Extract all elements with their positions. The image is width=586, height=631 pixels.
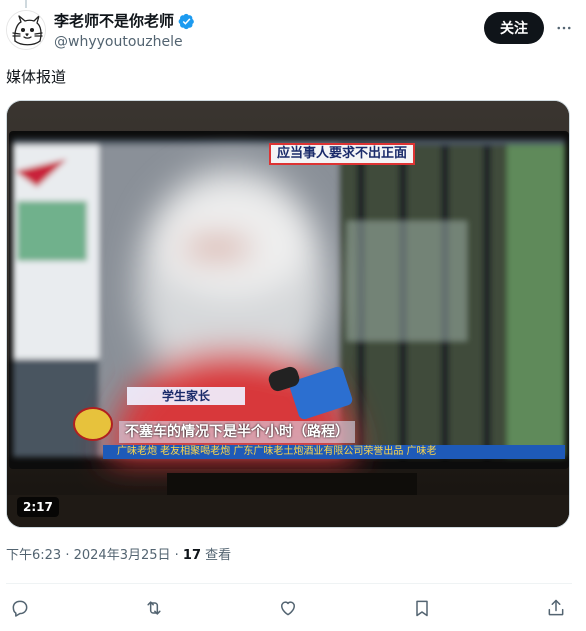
- follow-button[interactable]: 关注: [484, 12, 544, 44]
- action-bar: [6, 594, 572, 622]
- video-ticker: 广味老炮 老友相聚喝老炮 广东广味老土炮酒业有限公司荣誉出品 广味老: [103, 445, 565, 459]
- video-frame: [7, 101, 569, 527]
- tweet-time[interactable]: 下午6:23: [6, 548, 61, 563]
- video-player[interactable]: 应当事人要求不出正面 学生家长 不塞车的情况下是半个小时（路程） 广味老炮 老友…: [6, 100, 570, 528]
- video-caption-top: 应当事人要求不出正面: [269, 143, 416, 165]
- handle[interactable]: @whyyoutouzhele: [54, 32, 195, 52]
- like-icon[interactable]: [274, 594, 302, 622]
- video-caption-main: 不塞车的情况下是半个小时（路程）: [119, 421, 355, 443]
- views-label: 查看: [205, 548, 232, 563]
- tweet-text: 媒体报道: [6, 68, 67, 86]
- reply-icon[interactable]: [6, 594, 34, 622]
- tweet-header: 李老师不是你老师 @whyyoutouzhele 关注: [6, 8, 580, 54]
- share-icon[interactable]: [542, 594, 570, 622]
- meta-separator: ·: [65, 548, 74, 563]
- tweet-date[interactable]: 2024年3月25日: [74, 548, 171, 563]
- avatar[interactable]: [6, 10, 46, 50]
- video-duration-badge: 2:17: [17, 497, 59, 517]
- avatar-cat-drawing: [7, 11, 45, 49]
- bookmark-icon[interactable]: [408, 594, 436, 622]
- verified-badge-icon: [178, 13, 194, 29]
- divider: [6, 583, 572, 584]
- meta-separator: ·: [174, 548, 183, 563]
- more-icon[interactable]: [552, 16, 576, 40]
- views-count: 17: [182, 548, 202, 563]
- station-logo: [73, 407, 113, 441]
- display-name[interactable]: 李老师不是你老师: [54, 11, 174, 31]
- thread-connector: [25, 0, 27, 8]
- video-caption-name: 学生家长: [127, 387, 245, 405]
- retweet-icon[interactable]: [140, 594, 168, 622]
- tweet-meta: 下午6:23 · 2024年3月25日 · 17 查看: [6, 546, 231, 566]
